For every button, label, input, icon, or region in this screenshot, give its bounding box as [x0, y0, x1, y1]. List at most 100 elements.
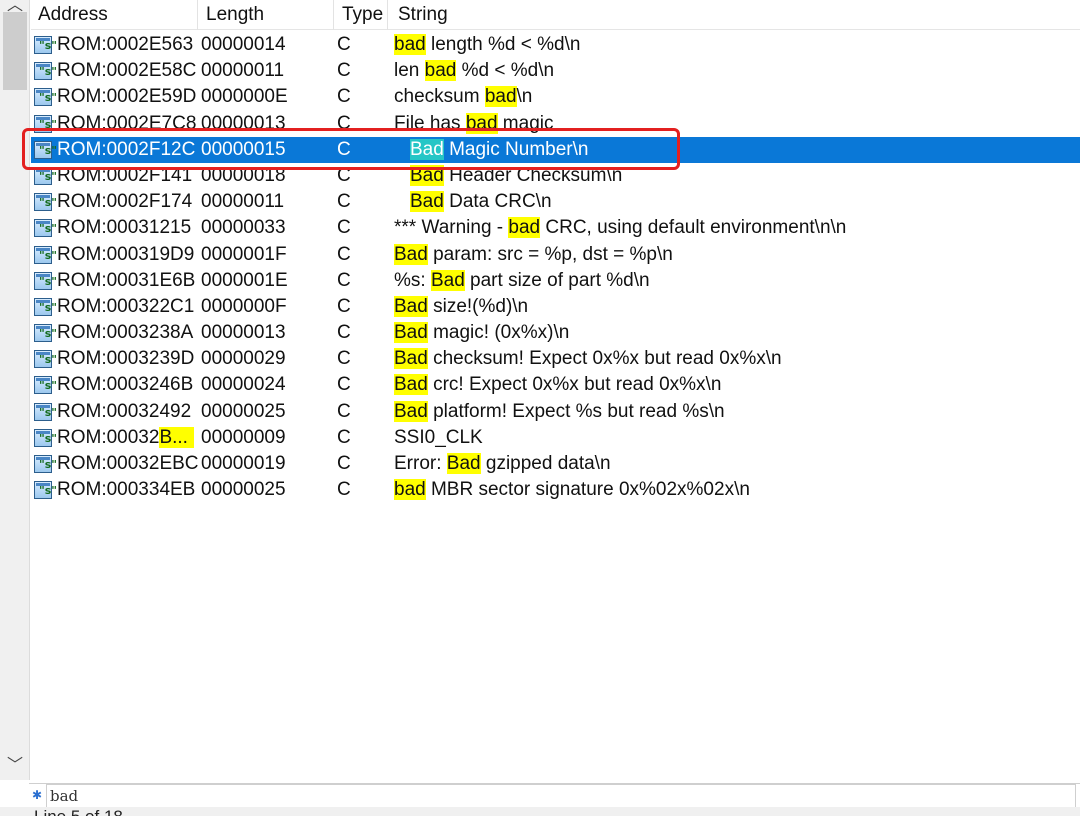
- address-cell: ROM:00031E6B: [57, 269, 196, 291]
- address-cell: ROM:000322C1: [57, 295, 195, 317]
- table-row[interactable]: "s" ROM:00031E6B 0000001E C %s: Bad part siz…: [31, 268, 1080, 294]
- table-row[interactable]: "s" ROM:0002F12C 00000015 C Bad Magic Number…: [31, 136, 1080, 163]
- string-text: %d < %d\n: [456, 60, 555, 82]
- type-cell: C: [337, 217, 351, 239]
- search-match-highlight: bad: [484, 86, 517, 108]
- string-text: MBR sector signature 0x%02x%02x\n: [425, 479, 750, 501]
- type-cell: C: [337, 164, 351, 186]
- table-row[interactable]: "s" ROM:0003246B 00000024 C Bad crc! Expect …: [31, 372, 1080, 398]
- address-cell: ROM:0002E7C8: [57, 112, 197, 134]
- table-row[interactable]: "s" ROM:0003239D 00000029 C Bad checksum! Ex…: [31, 346, 1080, 372]
- string-text: %s:: [394, 269, 431, 291]
- search-match-highlight: bad: [508, 217, 541, 239]
- address-cell: ROM:0002E58C: [57, 60, 197, 82]
- table-row[interactable]: "s" ROM:0002E7C8 00000013 C File has bad mag…: [31, 111, 1080, 137]
- table-row[interactable]: "s" ROM:00032B... 00000009 C SSI0_CLK: [31, 425, 1080, 451]
- column-divider[interactable]: [387, 0, 388, 30]
- length-cell: 00000018: [201, 164, 286, 186]
- string-text: param: src = %p, dst = %p\n: [427, 243, 673, 265]
- string-cell: Bad crc! Expect 0x%x but read 0x%x\n: [394, 372, 721, 398]
- type-cell: C: [337, 400, 351, 422]
- type-cell: C: [337, 374, 351, 396]
- string-cell: Error: Bad gzipped data\n: [394, 451, 611, 477]
- search-match-highlight: Bad: [446, 453, 481, 474]
- length-cell: 00000013: [201, 112, 286, 134]
- table-row[interactable]: "s" ROM:00031215 00000033 C *** Warning - ba…: [31, 215, 1080, 241]
- table-row[interactable]: "s" ROM:000334EB 00000025 Cbad MBR sector s…: [31, 477, 1080, 503]
- type-cell: C: [337, 112, 351, 134]
- length-cell: 00000014: [201, 34, 286, 55]
- address-cell: ROM:00031215: [57, 217, 192, 239]
- string-text: Data CRC\n: [443, 191, 552, 213]
- type-cell: C: [337, 295, 351, 317]
- string-cell: Bad Magic Number\n: [394, 137, 588, 163]
- address-cell: ROM:0002F12C: [57, 138, 196, 160]
- type-cell: C: [337, 191, 351, 213]
- table-row[interactable]: "s" ROM:00032EBC 00000019 C Error: Bad gzipp…: [31, 451, 1080, 477]
- table-row[interactable]: "s" ROM:0002E59D 0000000E Cchecksum bad\n: [31, 84, 1080, 110]
- search-match-highlight: bad: [394, 34, 426, 55]
- column-divider[interactable]: [333, 0, 334, 30]
- vertical-scrollbar[interactable]: ︿ ﹀: [0, 0, 30, 780]
- search-match-highlight: Bad: [394, 400, 428, 422]
- address-cell: ROM:0002E59D: [57, 86, 197, 108]
- type-cell: C: [337, 86, 351, 108]
- chevron-down-icon[interactable]: ﹀: [0, 754, 30, 778]
- type-cell: C: [337, 269, 351, 291]
- length-cell: 00000011: [201, 191, 285, 213]
- address-cell: ROM:00032492: [57, 400, 192, 422]
- string-text: *** Warning -: [394, 217, 509, 239]
- type-cell: C: [337, 138, 351, 160]
- string-cell: Bad size!(%d)\n: [394, 294, 528, 320]
- header-string[interactable]: String: [391, 2, 448, 28]
- filter-bar: ✱ bad: [29, 783, 1080, 808]
- string-text: crc! Expect 0x%x but read 0x%x\n: [427, 374, 722, 396]
- string-text: len: [394, 60, 425, 82]
- string-cell: bad MBR sector signature 0x%02x%02x\n: [394, 477, 750, 503]
- filter-input[interactable]: bad: [46, 784, 1076, 808]
- string-text: magic! (0x%x)\n: [427, 322, 570, 344]
- string-cell: Bad magic! (0x%x)\n: [394, 320, 569, 346]
- length-cell: 00000015: [201, 138, 286, 160]
- header-type[interactable]: Type: [335, 2, 383, 28]
- table-row[interactable]: "s" ROM:00032492 00000025 C Bad platform! Ex…: [31, 399, 1080, 425]
- type-cell: C: [337, 322, 351, 344]
- length-cell: 00000013: [201, 322, 286, 344]
- table-row[interactable]: "s" ROM:0003238A 00000013 C Bad magic! (0x%x…: [31, 320, 1080, 346]
- type-cell: C: [337, 453, 351, 474]
- header-length[interactable]: Length: [199, 2, 264, 28]
- address-cell: ROM:00032EBC: [57, 453, 199, 474]
- table-row[interactable]: "s" ROM:000322C1 0000000F C Bad size!(%d)\n: [31, 294, 1080, 320]
- string-text: magic: [497, 112, 554, 134]
- type-cell: C: [337, 243, 351, 265]
- table-row[interactable]: "s" ROM:0002E58C 00000011 Clen bad %d < %d\…: [31, 58, 1080, 84]
- length-cell: 00000029: [201, 348, 286, 370]
- header-address[interactable]: Address: [31, 2, 108, 28]
- string-text: File has: [394, 112, 466, 134]
- table-row[interactable]: "s" ROM:0002F174 00000011 C Bad Data CRC\n: [31, 189, 1080, 215]
- string-text: Header Checksum\n: [443, 164, 623, 186]
- address-cell: ROM:00032B...: [57, 425, 194, 451]
- string-text: size!(%d)\n: [427, 295, 529, 317]
- string-cell: bad length %d < %d\n: [394, 32, 580, 58]
- string-text: gzipped data\n: [480, 453, 611, 474]
- table-row[interactable]: "s" ROM:0002F141 00000018 C Bad Header Check…: [31, 163, 1080, 189]
- string-cell: Bad param: src = %p, dst = %p\n: [394, 242, 673, 268]
- search-match-highlight: Bad: [410, 191, 444, 213]
- address-cell: ROM:0003246B: [57, 374, 194, 396]
- search-match-highlight: bad: [465, 112, 498, 134]
- column-divider[interactable]: [197, 0, 198, 30]
- type-cell: C: [337, 34, 351, 55]
- search-match-highlight: bad: [394, 479, 426, 501]
- search-match-highlight: Bad: [394, 243, 428, 265]
- string-icon: "s": [34, 481, 57, 507]
- string-cell: File has bad magic: [394, 111, 553, 137]
- table-row[interactable]: "s" ROM:000319D9 0000001F C Bad param: src =…: [31, 242, 1080, 268]
- string-text: part size of part %d\n: [464, 269, 650, 291]
- table-row[interactable]: "s" ROM:0002E563 00000014 Cbad length %d < …: [31, 32, 1080, 58]
- scrollbar-thumb[interactable]: [3, 12, 27, 90]
- string-cell: Bad Data CRC\n: [394, 189, 552, 215]
- length-cell: 00000011: [201, 60, 285, 82]
- length-cell: 00000033: [201, 217, 286, 239]
- string-text: Magic Number\n: [443, 138, 589, 160]
